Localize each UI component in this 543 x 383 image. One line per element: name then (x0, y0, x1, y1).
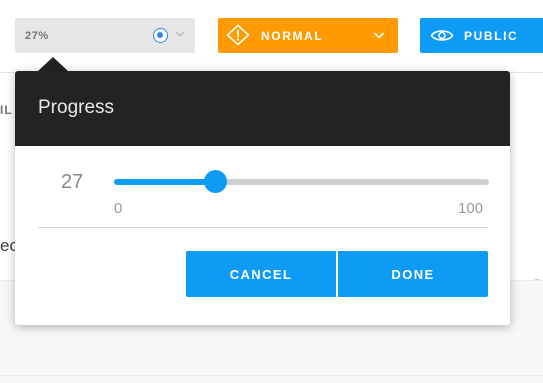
progress-dropdown[interactable]: 27% (15, 18, 195, 53)
progress-popover: Progress 27 0 100 CANCEL DONE (15, 71, 510, 325)
status-dropdown-label: NORMAL (261, 29, 324, 43)
background-column-header-fragment: IL (0, 103, 13, 117)
radio-dot-icon (153, 28, 168, 43)
popover-caret (38, 57, 68, 71)
popover-header: Progress (15, 71, 510, 146)
popover-title: Progress (38, 97, 115, 118)
progress-slider-track[interactable] (114, 179, 489, 185)
slider-min-label: 0 (114, 200, 123, 217)
background-row-divider (0, 375, 543, 376)
done-button[interactable]: DONE (338, 251, 488, 297)
eye-icon (430, 30, 454, 41)
progress-current-value: 27 (61, 171, 84, 193)
progress-slider-fill (114, 179, 215, 185)
status-dropdown[interactable]: NORMAL (218, 18, 398, 53)
progress-dropdown-value: 27% (25, 29, 49, 42)
chevron-down-icon (175, 31, 185, 37)
visibility-dropdown-label: PUBLIC (464, 29, 519, 43)
cancel-button[interactable]: CANCEL (186, 251, 336, 297)
progress-slider-thumb[interactable] (204, 170, 227, 193)
warning-icon (226, 24, 250, 46)
slider-max-label: 100 (458, 200, 484, 217)
chevron-down-icon (373, 32, 385, 39)
popover-divider (38, 227, 488, 228)
visibility-dropdown[interactable]: PUBLIC (420, 18, 543, 53)
